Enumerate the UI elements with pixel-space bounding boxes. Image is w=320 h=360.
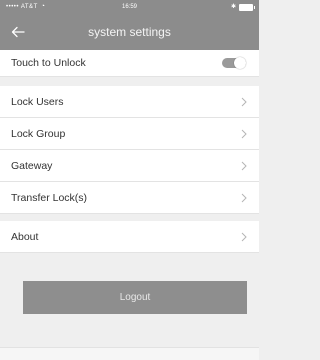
app-header: ••••• AT&T ◔ 16:59 ✱ system settings [0, 0, 259, 50]
settings-item-label: Lock Users [11, 95, 64, 108]
status-indicators: ✱ [230, 0, 255, 14]
chevron-right-icon [241, 232, 247, 241]
settings-item-gateway[interactable]: Gateway [0, 150, 259, 182]
bluetooth-icon: ✱ [230, 4, 236, 10]
status-bar: ••••• AT&T ◔ 16:59 ✱ [0, 0, 259, 14]
settings-item-about[interactable]: About [0, 221, 259, 253]
settings-item-transfer-locks[interactable]: Transfer Lock(s) [0, 182, 259, 214]
logout-button[interactable]: Logout [23, 281, 247, 314]
touch-to-unlock-label: Touch to Unlock [11, 57, 86, 69]
nav-bar: system settings [0, 14, 259, 50]
chevron-right-icon [241, 193, 247, 202]
touch-to-unlock-row: Touch to Unlock [0, 50, 259, 77]
settings-item-label: Transfer Lock(s) [11, 191, 88, 204]
settings-item-lock-group[interactable]: Lock Group [0, 118, 259, 150]
chevron-right-icon [241, 97, 247, 106]
settings-item-label: Lock Group [11, 127, 66, 140]
settings-item-label: About [11, 230, 39, 243]
chevron-right-icon [241, 129, 247, 138]
chevron-right-icon [241, 161, 247, 170]
battery-icon [239, 3, 255, 11]
settings-item-lock-users[interactable]: Lock Users [0, 86, 259, 118]
touch-to-unlock-toggle[interactable] [222, 57, 246, 69]
bottom-area [0, 347, 259, 360]
page-title: system settings [88, 25, 171, 39]
status-time: 16:59 [121, 4, 137, 10]
toggle-knob [234, 57, 246, 69]
settings-item-label: Gateway [11, 159, 53, 172]
